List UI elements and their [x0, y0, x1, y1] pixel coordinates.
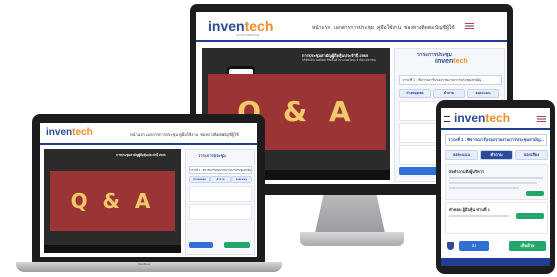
tablet-question-badge — [526, 191, 544, 196]
nav-manual[interactable]: คู่มือใช้งาน — [377, 24, 401, 32]
laptop-question-card — [189, 186, 252, 202]
laptop-question-card — [189, 204, 252, 220]
laptop-nav-account[interactable]: บัญชีผู้ใช้ — [223, 131, 239, 138]
laptop-nav-documents[interactable]: เอกสารการประชุม — [146, 131, 178, 138]
language-flag-icon[interactable] — [465, 23, 474, 29]
tablet-answer-badge — [516, 213, 544, 219]
laptop-approve-button[interactable] — [224, 242, 250, 248]
tablet-question-line — [449, 182, 537, 184]
tablet: inventech วาระที่ 1 : พิจารณารับรองรายงา… — [436, 100, 555, 274]
nav-account[interactable]: บัญชีผู้ใช้ — [435, 24, 455, 32]
laptop-meeting-title: การประชุมสามัญผู้ถือหุ้นประจำปี 2565 — [116, 153, 166, 157]
tablet-question-line — [449, 177, 543, 179]
desktop-logo[interactable]: inventech — [208, 18, 273, 34]
agenda-select[interactable]: วาระที่ 1 : พิจารณารับรองรายงานการประชุม… — [399, 75, 502, 85]
tablet-question-title: ส่งคำถามถึงผู้บริหาร — [449, 169, 485, 174]
nav-home[interactable]: หน้าแรก — [312, 24, 330, 32]
tablet-approve-button[interactable]: เห็นด้วย — [509, 241, 546, 251]
side-logo-accent: tech — [453, 58, 468, 65]
side-logo-main: inven — [435, 58, 454, 65]
tablet-header: inventech — [441, 108, 550, 130]
desktop-send-button[interactable] — [399, 167, 439, 175]
tablet-question-line — [449, 187, 519, 189]
laptop-side-header: วาระการประชุม — [198, 153, 226, 158]
meeting-subtitle: บริษัท อินเวนท์เทค ซิสเต็มส์ (ประเทศไทย)… — [302, 58, 377, 62]
monitor-base — [300, 232, 404, 246]
tablet-logo-accent: tech — [485, 111, 511, 125]
monitor-neck — [315, 195, 385, 233]
tab-question[interactable]: คำถาม — [433, 89, 465, 98]
laptop-logo-accent: tech — [72, 127, 93, 138]
tab-live[interactable]: ถ่ายทอดสด — [399, 89, 431, 98]
tablet-answer-line — [449, 215, 509, 217]
laptop-base: MacBook — [16, 262, 282, 272]
tablet-screen: inventech วาระที่ 1 : พิจารณารับรองรายงา… — [441, 108, 550, 266]
tablet-answer-title: คำตอบ ผู้ถือหุ้น ท่านที่ 1 — [449, 207, 490, 212]
laptop-lid: inventech หน้าแรก เอกสารการประชุม คู่มือ… — [32, 114, 265, 263]
tablet-tab-question[interactable]: คำถาม — [480, 150, 513, 160]
nav-documents[interactable]: เอกสารการประชุม — [334, 24, 374, 32]
laptop-send-button[interactable] — [189, 242, 213, 248]
laptop-tab-question[interactable]: คำถาม — [210, 176, 231, 183]
side-logo: inventech — [435, 58, 468, 65]
laptop-nav-manual[interactable]: คู่มือใช้งาน — [179, 131, 198, 138]
laptop-logo-main: inven — [46, 127, 73, 138]
laptop-tab-vote[interactable]: ลงคะแนน — [231, 176, 252, 183]
tablet-answer-card: คำตอบ ผู้ถือหุ้น ท่านที่ 1 — [445, 202, 548, 234]
tablet-flag-icon[interactable] — [537, 116, 546, 122]
logo-accent: tech — [244, 18, 274, 34]
laptop-video: การประชุมสามัญผู้ถือหุ้นประจำปี 2565 Q &… — [44, 149, 181, 253]
laptop-nav-contact[interactable]: ช่องทางติดต่อ — [200, 131, 224, 138]
laptop-screen: inventech หน้าแรก เอกสารการประชุม คู่มือ… — [40, 123, 257, 257]
laptop-nav-home[interactable]: หน้าแรก — [130, 131, 145, 138]
tablet-tab-vote[interactable]: ลงคะแนน — [445, 150, 478, 160]
logo-sub: GOOD SERVICE — [236, 33, 260, 37]
laptop-logo[interactable]: inventech — [46, 127, 93, 138]
tablet-menu-icon[interactable] — [444, 116, 450, 122]
logo-main: inven — [208, 18, 245, 34]
laptop-header: inventech หน้าแรก เอกสารการประชุม คู่มือ… — [40, 123, 257, 145]
laptop-video-controls[interactable] — [44, 245, 181, 253]
tablet-footer-bar — [441, 258, 550, 266]
tablet-logo-main: inven — [454, 111, 486, 125]
laptop-slide-qa: Q & A — [50, 171, 175, 231]
tablet-send-button[interactable]: ส่ง — [459, 241, 489, 251]
tab-vote[interactable]: ลงคะแนน — [467, 89, 499, 98]
tablet-agenda-select[interactable]: วาระที่ 1 : พิจารณารับรองรายงานการประชุม… — [445, 134, 547, 146]
tablet-shield-icon — [447, 242, 454, 250]
laptop-side-panel: วาระการประชุม วาระที่ 1 : พิจารณารับรองร… — [185, 149, 255, 255]
tablet-question-card: ส่งคำถามถึงผู้บริหาร — [445, 164, 548, 200]
laptop-agenda-select[interactable]: วาระที่ 1 : พิจารณารับรองรายงานการประชุม… — [189, 166, 252, 174]
tablet-logo[interactable]: inventech — [454, 111, 510, 125]
nav-contact[interactable]: ช่องทางติดต่อ — [404, 24, 434, 32]
tablet-tab-voice[interactable]: ออกเสียง — [515, 150, 548, 160]
desktop-header: inventech GOOD SERVICE หน้าแรก เอกสารการ… — [196, 12, 507, 42]
laptop-tab-live[interactable]: ถ่ายทอดสด — [189, 176, 210, 183]
laptop-model: MacBook — [138, 262, 151, 266]
